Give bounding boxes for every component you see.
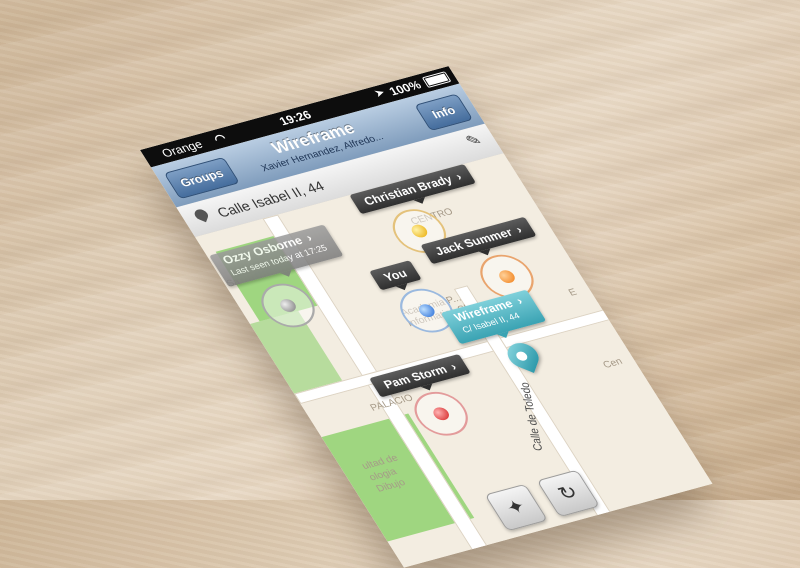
chevron-right-icon: › [513, 294, 526, 308]
person-bubble-you[interactable]: You [369, 260, 422, 291]
phone-screen: Orange ◠ 19:26 ➤ 100% Groups Wireframe X… [140, 66, 713, 568]
map-pin-icon [193, 207, 210, 223]
compass-icon: ✦ [502, 495, 531, 520]
map-label-cen: Cen [601, 356, 625, 371]
pin-center [514, 350, 529, 363]
location-dot-blue [416, 302, 438, 319]
info-button[interactable]: Info [414, 93, 474, 132]
refresh-button[interactable]: ↻ [536, 469, 601, 518]
map-label-e: E [566, 287, 580, 299]
location-dot-orange [496, 268, 518, 285]
chevron-right-icon: › [453, 169, 465, 184]
location-dot-red [430, 405, 452, 422]
chevron-right-icon: › [447, 359, 460, 374]
location-dot-gray [277, 297, 299, 314]
person-name: You [380, 266, 410, 285]
battery-icon [421, 71, 452, 88]
map-view[interactable]: Sa CENTRO Academia P... Informatica SL P… [195, 153, 713, 568]
location-dot-yellow [408, 223, 431, 239]
chevron-right-icon: › [513, 222, 525, 237]
location-arrow-icon: ➤ [373, 87, 388, 100]
chevron-right-icon: › [303, 230, 315, 245]
wifi-icon: ◠ [211, 130, 229, 146]
refresh-icon: ↻ [554, 481, 583, 506]
compass-button[interactable]: ✦ [484, 483, 549, 532]
